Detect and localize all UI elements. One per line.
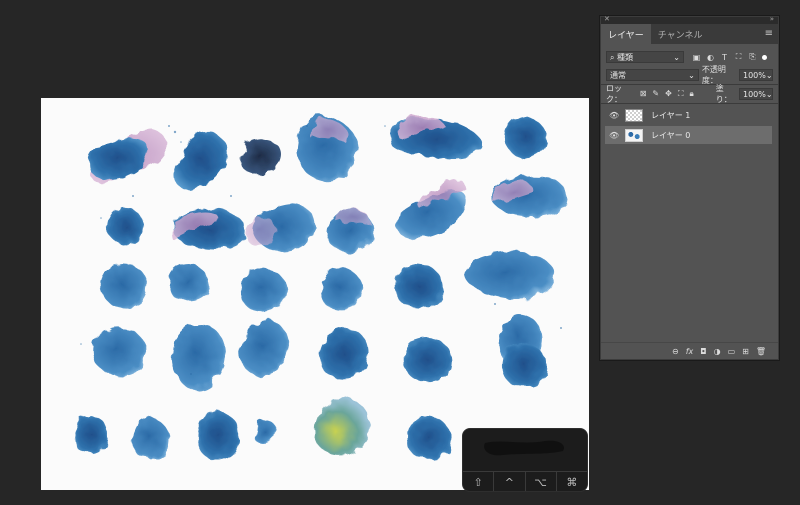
blend-mode-select[interactable]: 通常 ⌄ [606, 69, 699, 81]
blob [314, 398, 370, 455]
layer-row[interactable]: 👁︎ レイヤー 1 [605, 106, 772, 124]
blob [240, 268, 287, 313]
blend-row: 通常 ⌄ 不透明度： 100% ⌄ [601, 65, 778, 85]
close-icon[interactable]: ✕ [604, 15, 610, 23]
blob [240, 139, 281, 175]
control-key[interactable]: ^ [494, 472, 526, 491]
layer-thumbnail [625, 128, 643, 142]
layer-name: レイヤー 1 [651, 110, 691, 120]
filter-toggle-icon[interactable] [762, 54, 767, 60]
blob [172, 324, 225, 390]
blob [394, 264, 444, 309]
filter-kind-select[interactable]: ⌕ 種類 ⌄ [606, 51, 684, 63]
fill-field[interactable]: 100% ⌄ [739, 88, 773, 100]
layer-name: レイヤー 0 [651, 130, 691, 140]
opacity-field[interactable]: 100% ⌄ [739, 69, 773, 81]
blob [132, 417, 171, 459]
modifier-keys: ⇧ ^ ⌥ ⌘ [463, 471, 587, 491]
fill-label: 塗り： [715, 84, 732, 104]
mask-icon[interactable]: ◘ [700, 347, 706, 356]
pixel-filter-icon[interactable]: ▣ [692, 53, 701, 62]
command-key[interactable]: ⌘ [557, 472, 587, 491]
blob [107, 207, 144, 245]
option-key[interactable]: ⌥ [526, 472, 557, 491]
filter-row: ⌕ 種類 ⌄ ▣ ◐ T ⛶ ⎘ [601, 48, 778, 66]
shift-key[interactable]: ⇧ [463, 472, 495, 491]
chevron-down-icon: ⌄ [673, 52, 680, 62]
filter-kind-label: 種類 [617, 52, 634, 62]
fill-value: 100% [743, 89, 766, 99]
adjustment-filter-icon[interactable]: ◐ [706, 53, 715, 62]
type-filter-icon[interactable]: T [720, 53, 729, 62]
blob [174, 129, 228, 189]
lock-all-icon[interactable]: 🔒︎ [689, 89, 693, 99]
link-icon[interactable]: ⊖ [672, 347, 679, 356]
lock-row: ロック： ⊠ ✎ ✥ ⛶ 🔒︎ 塗り： 100% ⌄ [601, 84, 778, 104]
blob [239, 320, 289, 376]
blob [464, 251, 555, 300]
folder-icon[interactable]: ▭ [728, 347, 736, 356]
blob [100, 264, 148, 309]
blob [168, 264, 209, 301]
blob [403, 338, 452, 383]
layer-thumbnail [625, 108, 643, 122]
adjustment-layer-icon[interactable]: ◑ [714, 347, 721, 356]
blend-mode-value: 通常 [610, 70, 626, 80]
blob [407, 416, 451, 459]
panel-titlebar[interactable]: ✕ » [601, 15, 778, 24]
lock-brush-icon[interactable]: ✎ [652, 89, 659, 99]
new-layer-icon[interactable]: ⊞ [742, 347, 749, 356]
opacity-value: 100% [743, 70, 766, 80]
chevron-down-icon: ⌄ [765, 89, 773, 99]
blob [505, 116, 547, 158]
collapse-icon[interactable]: » [770, 15, 774, 23]
blob [197, 410, 239, 460]
layers-panel: ✕ » レイヤー チャンネル ≡ ⌕ 種類 ⌄ ▣ ◐ T ⛶ ⎘ 通常 ⌄ 不… [600, 15, 779, 360]
tab-channels[interactable]: チャンネル [651, 24, 710, 44]
fx-icon[interactable]: fx [686, 347, 694, 356]
blob [74, 414, 109, 455]
brush-preview [484, 440, 565, 456]
panel-tabs: レイヤー チャンネル ≡ [601, 24, 778, 44]
blob [320, 267, 363, 311]
panel-menu-icon[interactable]: ≡ [765, 28, 773, 39]
chevron-down-icon: ⌄ [688, 70, 695, 80]
tab-layers[interactable]: レイヤー [601, 24, 651, 44]
search-icon: ⌕ [610, 52, 615, 62]
shortcut-overlay: ⇧ ^ ⌥ ⌘ [462, 428, 588, 492]
blob [88, 137, 149, 180]
panel-footer: ⊖ fx ◘ ◑ ▭ ⊞ 🗑︎ [601, 342, 778, 359]
lock-artboard-icon[interactable]: ⛶ [678, 89, 684, 99]
blob [92, 327, 146, 376]
lock-transparent-icon[interactable]: ⊠ [640, 89, 647, 99]
layer-row-selected[interactable]: 👁︎ レイヤー 0 [605, 126, 772, 144]
eye-icon[interactable]: 👁︎ [609, 111, 619, 120]
lock-move-icon[interactable]: ✥ [665, 89, 672, 99]
trash-icon[interactable]: 🗑︎ [756, 347, 766, 356]
eye-icon[interactable]: 👁︎ [609, 131, 619, 140]
chevron-down-icon: ⌄ [765, 70, 773, 80]
smart-object-filter-icon[interactable]: ⎘ [748, 52, 757, 62]
blob [254, 420, 277, 446]
shape-filter-icon[interactable]: ⛶ [734, 52, 743, 62]
lock-label: ロック： [606, 84, 622, 104]
blob [318, 328, 369, 379]
